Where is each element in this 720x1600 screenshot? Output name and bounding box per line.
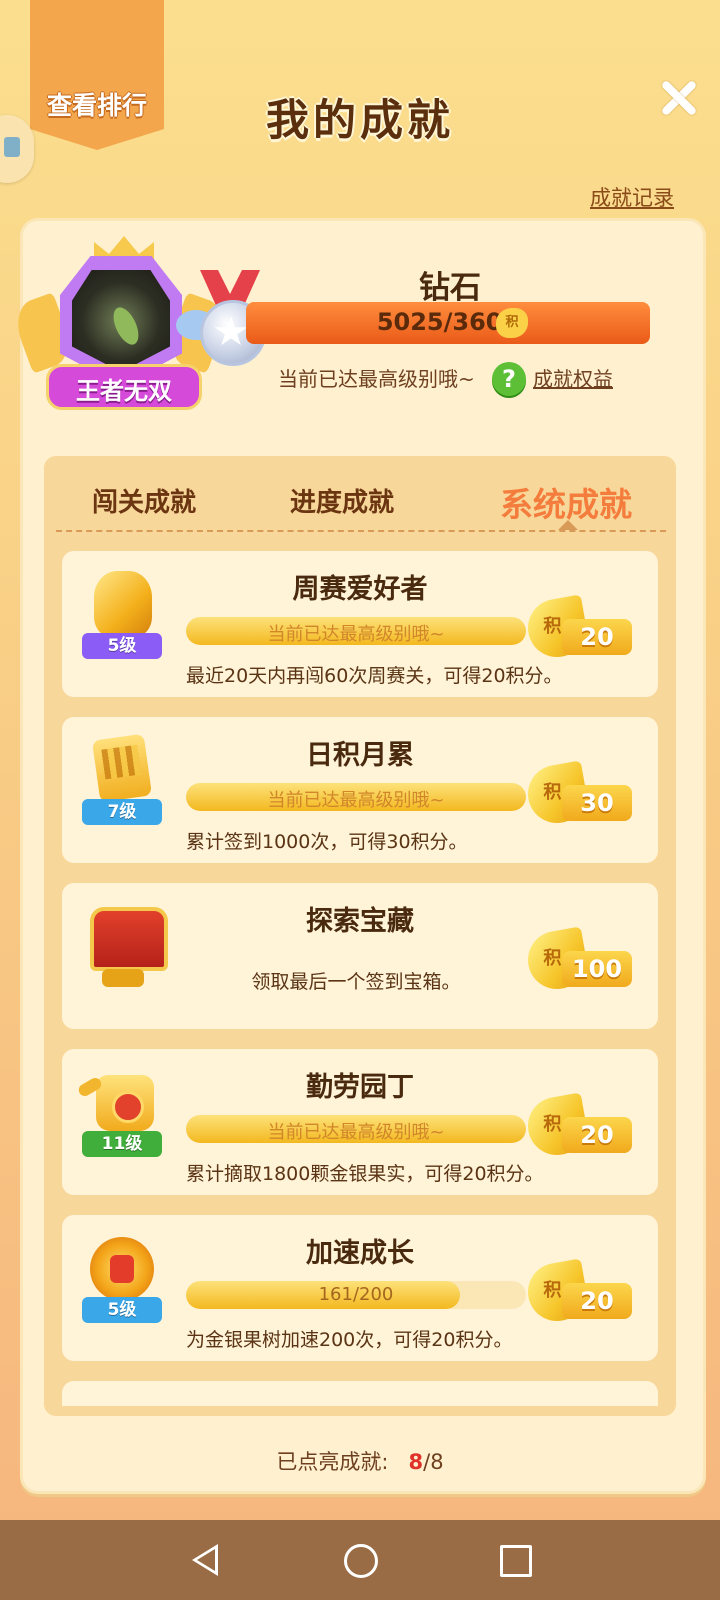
level-name: 钻石 bbox=[419, 270, 481, 306]
achievement-card: 5级 周赛爱好者 当前已达最高级别哦~ 积 20 最近20天内再闯60次周赛关，… bbox=[62, 551, 658, 697]
level-ribbon: 7级 bbox=[82, 799, 162, 825]
treasure-chest-icon bbox=[76, 903, 176, 1013]
achievement-record-link[interactable]: 成就记录 bbox=[590, 182, 674, 212]
achievement-title: 日积月累 bbox=[306, 740, 414, 771]
achievement-title: 加速成长 bbox=[306, 1238, 414, 1269]
level-status-text: 当前已达最高级别哦~ bbox=[278, 367, 475, 391]
achievement-progress: 当前已达最高级别哦~ bbox=[186, 1115, 526, 1143]
level-ribbon: 11级 bbox=[82, 1131, 162, 1157]
level-ribbon: 5级 bbox=[82, 633, 162, 659]
achievement-card bbox=[62, 1381, 658, 1406]
achievement-desc: 最近20天内再闯60次周赛关，可得20积分。 bbox=[186, 665, 563, 687]
nav-home-icon[interactable] bbox=[344, 1544, 378, 1578]
achievement-title: 探索宝藏 bbox=[306, 906, 414, 937]
reward-value: 20 bbox=[580, 1121, 614, 1149]
hourglass-medal-icon: 5级 bbox=[76, 1235, 176, 1345]
reward-value: 100 bbox=[571, 955, 623, 983]
tab-divider bbox=[56, 530, 666, 532]
close-icon[interactable] bbox=[658, 78, 698, 118]
rank-tab-label: 查看排行 bbox=[46, 91, 147, 120]
achievement-list[interactable]: 5级 周赛爱好者 当前已达最高级别哦~ 积 20 最近20天内再闯60次周赛关，… bbox=[62, 551, 658, 1406]
achievement-card: 7级 日积月累 当前已达最高级别哦~ 积 30 累计签到1000次，可得30积分… bbox=[62, 717, 658, 863]
score-progress-bar: 5025/3600 积 bbox=[246, 302, 650, 344]
progress-text: 当前已达最高级别哦~ bbox=[267, 624, 445, 645]
achievement-desc: 累计摘取1800颗金银果实，可得20积分。 bbox=[186, 1163, 544, 1185]
points-icon: 积 bbox=[543, 781, 562, 803]
reward-badge: 积 20 bbox=[523, 1092, 636, 1160]
points-icon: 积 bbox=[543, 615, 562, 637]
reward-badge: 积 20 bbox=[523, 1258, 636, 1326]
points-icon: 积 bbox=[543, 947, 562, 969]
reward-value: 20 bbox=[580, 1287, 614, 1315]
achievement-desc: 为金银果树加速200次，可得20积分。 bbox=[186, 1329, 513, 1351]
reward-badge: 积 30 bbox=[523, 760, 636, 828]
achievement-title: 周赛爱好者 bbox=[292, 574, 428, 605]
total-count: /8 bbox=[423, 1450, 444, 1474]
help-icon[interactable]: ? bbox=[492, 362, 526, 396]
achievement-list-panel: 闯关成就 进度成就 系统成就 5级 周赛爱好者 当前已达最高级别哦~ 积 20 … bbox=[44, 456, 676, 1416]
nav-recent-icon[interactable] bbox=[500, 1545, 532, 1577]
achievement-title: 勤劳园丁 bbox=[306, 1072, 414, 1103]
side-float-button[interactable] bbox=[0, 115, 34, 183]
progress-text: 当前已达最高级别哦~ bbox=[267, 790, 445, 811]
achievement-card: 探索宝藏 积 100 领取最后一个签到宝箱。 bbox=[62, 883, 658, 1029]
tab-indicator bbox=[558, 520, 578, 530]
lit-achievements-summary: 已点亮成就: 8/8 bbox=[0, 1446, 720, 1476]
achievement-card: 5级 加速成长 161/200 积 20 为金银果树加速200次，可得20积分。 bbox=[62, 1215, 658, 1361]
progress-text: 161/200 bbox=[318, 1284, 394, 1305]
calendar-icon: 7级 bbox=[76, 733, 176, 847]
achievement-benefit-link[interactable]: 成就权益 bbox=[533, 363, 613, 392]
progress-text: 当前已达最高级别哦~ bbox=[267, 1122, 445, 1143]
reward-value: 20 bbox=[580, 623, 614, 651]
reward-value: 30 bbox=[580, 789, 614, 817]
system-nav-bar bbox=[0, 1520, 720, 1600]
trophy-fox-icon: 5级 bbox=[76, 571, 176, 681]
lit-label: 已点亮成就: bbox=[276, 1450, 389, 1474]
points-icon: 积 bbox=[496, 308, 528, 338]
achievement-progress: 当前已达最高级别哦~ bbox=[186, 617, 526, 645]
achievement-desc: 累计签到1000次，可得30积分。 bbox=[186, 831, 468, 853]
achievement-desc: 领取最后一个签到宝箱。 bbox=[251, 971, 461, 993]
lit-count: 8 bbox=[408, 1450, 424, 1474]
tab-system-achievements[interactable]: 系统成就 bbox=[500, 478, 632, 526]
chat-icon bbox=[4, 137, 20, 157]
tab-progress-achievements[interactable]: 进度成就 bbox=[290, 482, 394, 519]
rank-tab-button[interactable]: 查看排行 bbox=[30, 0, 164, 150]
nav-back-icon[interactable] bbox=[192, 1544, 218, 1576]
achievement-card: 11级 勤劳园丁 当前已达最高级别哦~ 积 20 累计摘取1800颗金银果实，可… bbox=[62, 1049, 658, 1195]
achievement-progress: 当前已达最高级别哦~ bbox=[186, 783, 526, 811]
watering-can-icon: 11级 bbox=[76, 1069, 176, 1179]
achievement-progress: 161/200 bbox=[186, 1281, 526, 1309]
points-icon: 积 bbox=[543, 1279, 562, 1301]
level-ribbon: 5级 bbox=[82, 1297, 162, 1323]
tab-level-achievements[interactable]: 闯关成就 bbox=[92, 482, 196, 519]
points-icon: 积 bbox=[543, 1113, 562, 1135]
score-text: 5025/3600 bbox=[376, 308, 520, 336]
reward-badge: 积 20 bbox=[523, 594, 636, 662]
badge-label: 王者无双 bbox=[76, 377, 172, 405]
reward-badge: 积 100 bbox=[523, 926, 636, 994]
page-title: 我的成就 bbox=[266, 96, 454, 146]
